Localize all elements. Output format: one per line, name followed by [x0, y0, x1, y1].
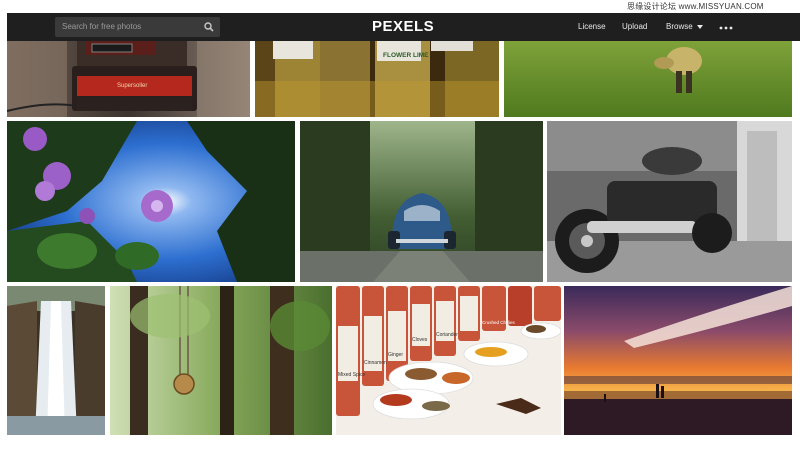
photo-lime-bottles[interactable]: FLOWER LIME [255, 41, 499, 117]
spice-label-coriander: Coriander [436, 332, 458, 338]
spice-label-ginger: Ginger [388, 352, 403, 358]
photo-dog-on-grass[interactable] [504, 41, 792, 117]
photo-waterfall[interactable] [7, 286, 105, 435]
photo-forest-pendant[interactable] [110, 286, 332, 435]
nav-license-link[interactable]: License [578, 22, 606, 32]
chevron-down-icon[interactable] [697, 25, 703, 29]
spice-label-chillies: Crushed Chillies [482, 320, 516, 325]
spice-label-cinnamon: Cinnamon [364, 360, 387, 366]
pexels-logo[interactable]: PEXELS [372, 19, 434, 35]
more-icon[interactable] [719, 26, 733, 30]
photo-purple-flowers[interactable] [7, 121, 295, 282]
photo-motorcycle[interactable] [547, 121, 792, 282]
photo-sunset-beach[interactable] [564, 286, 792, 435]
watermark-text: 思缘设计论坛 www.MISSYUAN.COM [627, 2, 764, 11]
bottle-label: FLOWER LIME [383, 52, 429, 59]
nav-upload-link[interactable]: Upload [622, 22, 647, 32]
photo-camera[interactable]: Supersoller [7, 41, 250, 117]
camera-label: Supersoller [117, 83, 147, 89]
top-navigation-bar: Search for free photos PEXELS License Up… [7, 13, 800, 41]
photo-blue-beetle-car[interactable] [300, 121, 543, 282]
spice-label-cloves: Cloves [412, 337, 428, 343]
spice-label-mixed: Mixed Spice [338, 372, 365, 378]
search-placeholder: Search for free photos [62, 22, 142, 31]
search-input[interactable]: Search for free photos [55, 17, 220, 37]
nav-browse-menu[interactable]: Browse [666, 22, 693, 32]
photo-spices[interactable]: Mixed Spice Cinnamon Ginger Cloves Coria… [336, 286, 561, 435]
search-icon[interactable] [203, 21, 215, 33]
